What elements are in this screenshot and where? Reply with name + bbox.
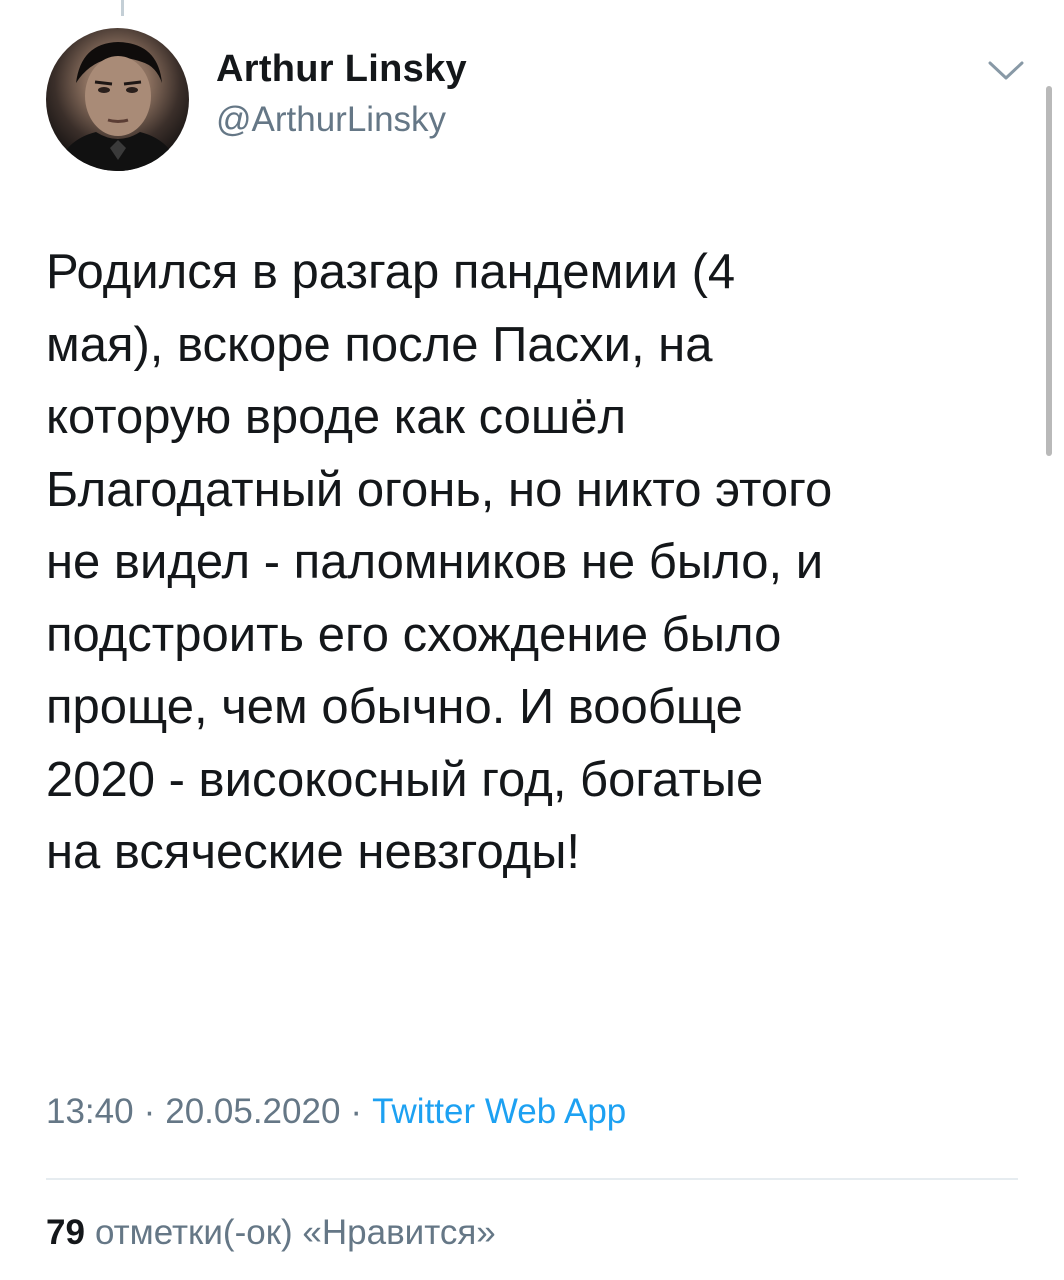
tweet-time[interactable]: 13:40	[46, 1092, 134, 1131]
likes-label: отметки(-ок) «Нравится»	[94, 1213, 496, 1252]
tweet-source-link[interactable]: Twitter Web App	[372, 1092, 626, 1131]
scrollbar[interactable]	[1046, 86, 1052, 456]
thread-connector-line	[121, 0, 124, 16]
meta-separator: ·	[350, 1092, 363, 1131]
likes-stat[interactable]: 79 отметки(-ок) «Нравится»	[46, 1213, 496, 1253]
avatar[interactable]	[46, 28, 189, 171]
author-handle[interactable]: @ArthurLinsky	[216, 100, 446, 140]
tweet-metadata: 13:40 · 20.05.2020 · Twitter Web App	[46, 1092, 626, 1132]
meta-separator: ·	[143, 1092, 156, 1131]
avatar-portrait	[56, 42, 180, 171]
likes-count: 79	[46, 1213, 85, 1252]
divider	[46, 1178, 1018, 1180]
tweet-text: Родился в разгар пандемии (4 мая), вскор…	[46, 245, 833, 879]
author-name[interactable]: Arthur Linsky	[216, 48, 467, 91]
chevron-down-icon[interactable]	[986, 56, 1026, 86]
tweet-date[interactable]: 20.05.2020	[165, 1092, 340, 1131]
